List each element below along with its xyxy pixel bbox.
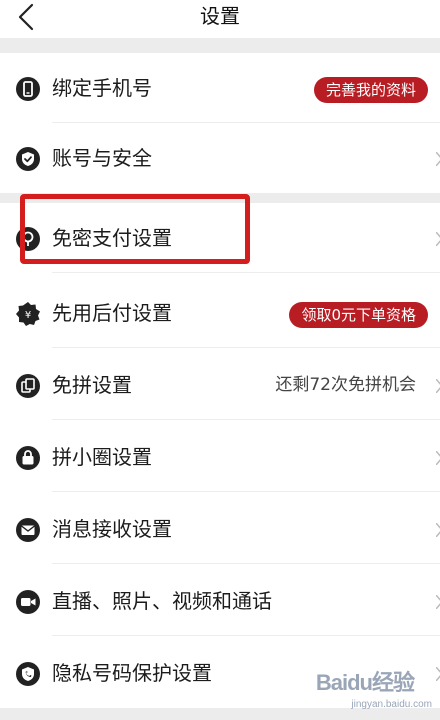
chevron-right-icon	[436, 451, 440, 465]
row-label: 隐私号码保护设置	[52, 661, 212, 685]
section-separator	[0, 38, 440, 53]
row-divider	[52, 272, 440, 273]
page-title: 设置	[200, 4, 240, 28]
settings-row-bind-phone[interactable]: 绑定手机号 完善我的资料	[0, 53, 440, 123]
settings-row-pin-circle[interactable]: 拼小圈设置	[0, 422, 440, 492]
settings-row-group-free[interactable]: 免拼设置 还剩72次免拼机会	[0, 350, 440, 420]
row-label: 免拼设置	[52, 373, 132, 397]
complete-profile-badge[interactable]: 完善我的资料	[313, 77, 428, 103]
highlight-annotation-box	[20, 194, 250, 264]
row-label: 拼小圈设置	[52, 445, 152, 469]
phone-icon	[16, 77, 40, 101]
watermark: Baidu经验 jingyan.baidu.com	[312, 667, 432, 717]
watermark-url: jingyan.baidu.com	[351, 699, 432, 710]
card-stack-icon	[16, 374, 40, 398]
remaining-free-count: 还剩72次免拼机会	[275, 375, 416, 395]
row-divider	[52, 563, 440, 564]
chevron-right-icon	[436, 232, 440, 246]
watermark-logo: Baidu经验	[315, 670, 415, 695]
settings-row-message-receive[interactable]: 消息接收设置	[0, 494, 440, 564]
claim-zero-yuan-badge[interactable]: 领取0元下单资格	[289, 302, 428, 328]
chevron-right-icon	[436, 595, 440, 609]
row-divider	[52, 419, 440, 420]
settings-row-pay-later[interactable]: ¥ 先用后付设置 领取0元下单资格	[0, 278, 440, 348]
settings-row-account-security[interactable]: 账号与安全	[0, 123, 440, 193]
row-label: 直播、照片、视频和通话	[52, 589, 272, 613]
row-label: 绑定手机号	[52, 76, 152, 100]
lock-bag-icon	[16, 446, 40, 470]
top-bar: 设置	[0, 0, 440, 38]
chevron-right-icon	[436, 152, 440, 166]
chevron-right-icon	[436, 667, 440, 681]
chevron-right-icon	[436, 379, 440, 393]
row-divider	[52, 635, 440, 636]
row-label: 先用后付设置	[52, 301, 172, 325]
row-label: 消息接收设置	[52, 517, 172, 541]
settings-row-live-photo-video-call[interactable]: 直播、照片、视频和通话	[0, 566, 440, 636]
pay-later-icon: ¥	[16, 302, 40, 326]
row-divider	[52, 491, 440, 492]
row-divider	[52, 347, 440, 348]
svg-text:¥: ¥	[25, 310, 31, 321]
row-label: 账号与安全	[52, 146, 152, 170]
mail-icon	[16, 518, 40, 542]
shield-check-icon	[16, 147, 40, 171]
video-camera-icon	[16, 590, 40, 614]
chevron-right-icon	[436, 523, 440, 537]
privacy-shield-phone-icon	[16, 662, 40, 686]
